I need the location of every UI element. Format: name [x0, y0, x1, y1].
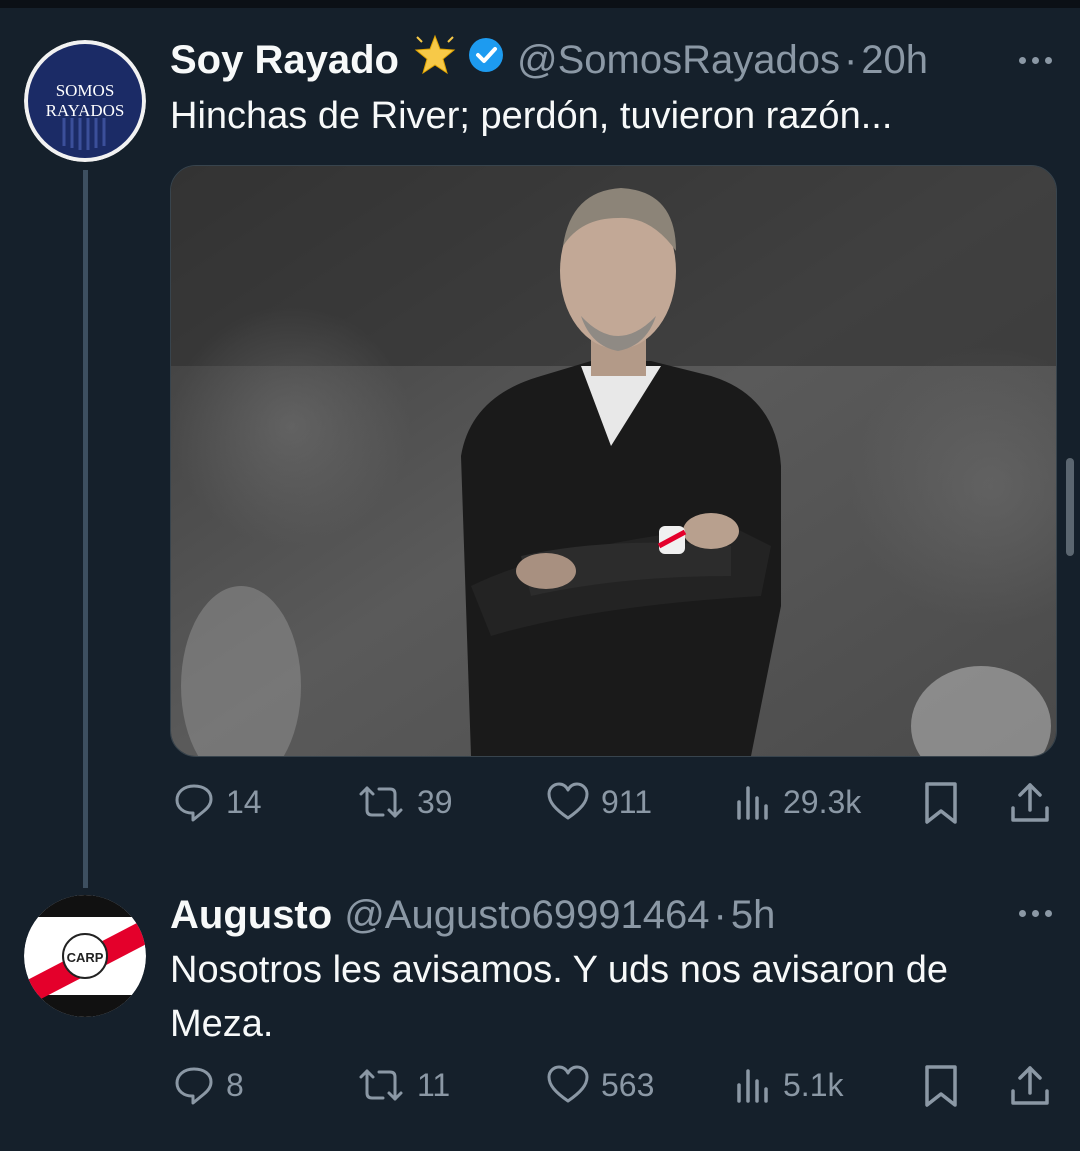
separator: · — [713, 892, 727, 937]
reply-count: 8 — [226, 1066, 244, 1103]
share-icon — [1011, 783, 1049, 822]
retweet-icon — [359, 1069, 403, 1101]
more-icon[interactable] — [1019, 910, 1052, 917]
handle[interactable]: @SomosRayados — [517, 38, 840, 83]
reply-button[interactable]: 8 — [172, 1063, 244, 1107]
star-badge-icon — [413, 33, 457, 87]
bookmark-icon — [925, 1065, 957, 1107]
views-button[interactable]: 29.3k — [733, 780, 861, 824]
bookmark-button[interactable] — [922, 780, 960, 826]
retweet-button[interactable]: 39 — [355, 780, 453, 824]
handle[interactable]: @Augusto69991464 — [344, 893, 709, 938]
tweet-header: Augusto @Augusto69991464 · 5h — [170, 891, 775, 939]
like-icon — [547, 1065, 589, 1103]
views-count: 29.3k — [783, 783, 862, 820]
timestamp[interactable]: 20h — [861, 38, 928, 83]
share-button[interactable] — [1008, 780, 1052, 826]
like-count: 911 — [601, 783, 653, 820]
tweet-text: Nosotros les avisamos. Y uds nos avisaro… — [170, 949, 948, 1045]
separator: · — [843, 37, 858, 82]
views-icon — [737, 1069, 768, 1103]
bookmark-icon — [925, 782, 957, 824]
share-button[interactable] — [1008, 1063, 1052, 1109]
like-button[interactable]: 563 — [545, 1063, 654, 1107]
more-icon[interactable] — [1019, 57, 1052, 64]
verified-icon — [467, 36, 505, 84]
avatar[interactable]: SOMOS RAYADOS — [24, 40, 146, 162]
views-count: 5.1k — [783, 1066, 844, 1103]
tweet-header: Soy Rayado @SomosRayados · 20h — [170, 33, 928, 87]
tweet-reply[interactable]: CARP Augusto @Augusto69991464 · 5h Nosot… — [0, 880, 1080, 1151]
display-name[interactable]: Soy Rayado — [170, 38, 399, 83]
avatar[interactable]: CARP — [24, 895, 146, 1017]
reply-button[interactable]: 14 — [172, 780, 262, 824]
tweet-text: Hinchas de River; perdón, tuvieron razón… — [170, 95, 893, 137]
like-icon — [547, 782, 589, 820]
like-button[interactable]: 911 — [545, 780, 652, 824]
retweet-button[interactable]: 11 — [355, 1063, 450, 1107]
scrollbar[interactable] — [1066, 458, 1074, 556]
tweet-main[interactable]: SOMOS RAYADOS Soy Rayado @SomosRayados ·… — [0, 0, 1080, 888]
retweet-icon — [359, 786, 403, 818]
bookmark-button[interactable] — [922, 1063, 960, 1109]
thread-line — [83, 170, 88, 888]
tweet-image[interactable] — [170, 165, 1057, 757]
display-name[interactable]: Augusto — [170, 893, 332, 938]
views-icon — [737, 786, 768, 820]
retweet-count: 39 — [417, 783, 453, 820]
retweet-count: 11 — [417, 1066, 451, 1103]
avatar-logo-text: CARP — [67, 950, 104, 965]
tweet-actions: 14 39 911 29.3k — [170, 772, 1055, 832]
like-count: 563 — [601, 1066, 655, 1103]
share-icon — [1011, 1066, 1049, 1105]
reply-icon — [175, 784, 213, 822]
avatar-text-top: SOMOS — [56, 81, 115, 100]
timestamp[interactable]: 5h — [731, 893, 776, 938]
views-button[interactable]: 5.1k — [733, 1063, 843, 1107]
reply-count: 14 — [226, 783, 262, 820]
avatar-text-bottom: RAYADOS — [46, 101, 125, 120]
tweet-actions: 8 11 563 5.1k — [170, 1063, 1055, 1123]
reply-icon — [175, 1067, 213, 1105]
